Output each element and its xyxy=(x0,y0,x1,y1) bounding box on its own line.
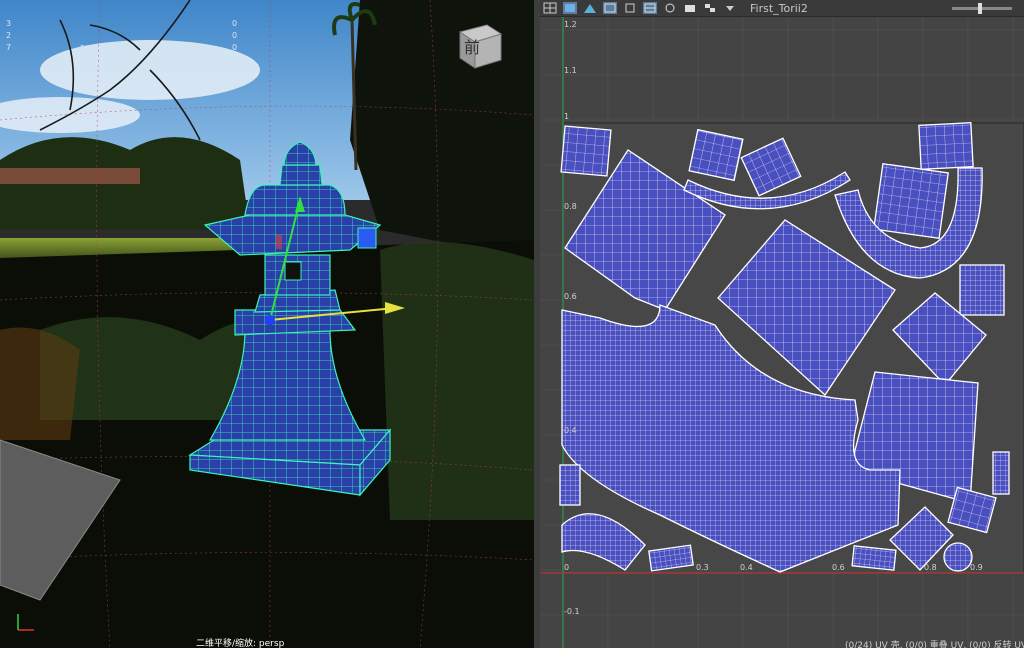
hud-count: 5 xyxy=(80,44,86,53)
wire-icon[interactable] xyxy=(643,2,657,14)
v-axis-label: 0.6 xyxy=(564,292,577,301)
shaded-icon[interactable] xyxy=(663,2,677,14)
v-axis-label: -0.1 xyxy=(564,607,580,616)
building-roof xyxy=(0,168,140,184)
v-axis-label: 0.8 xyxy=(564,202,577,211)
uv-shell[interactable] xyxy=(992,451,1010,495)
uv-editor-panel[interactable]: First_Torii2 1.2 1.1 1 0.8 0.6 0.4 0 -0.… xyxy=(540,0,1024,648)
autumn-bush xyxy=(0,327,80,440)
u-axis-label: 0.4 xyxy=(740,563,753,572)
grid-icon[interactable] xyxy=(543,2,557,14)
v-axis-label: 0 xyxy=(564,563,570,572)
v-axis-label: 1.1 xyxy=(564,66,577,75)
perspective-viewport[interactable]: 前 3 2 7 0 0 0 5 二维平移/缩放: persp xyxy=(0,0,534,648)
v-axis-label: 0.4 xyxy=(564,426,577,435)
hud-stat: 0 xyxy=(232,31,238,40)
uv-shell[interactable] xyxy=(872,162,950,240)
v-axis-label: 1.2 xyxy=(564,20,577,29)
uv-shell-icon[interactable] xyxy=(563,2,577,14)
hud-stat: 7 xyxy=(6,43,12,52)
v-axis-label: 1 xyxy=(564,112,570,121)
slider-handle[interactable] xyxy=(978,2,982,14)
hud-stat: 2 xyxy=(6,31,12,40)
viewport-scene xyxy=(0,0,534,648)
hud-stat: 0 xyxy=(232,19,238,28)
u-axis-label: 0.9 xyxy=(970,563,983,572)
view-cube-face-label: 前 xyxy=(464,38,481,57)
uv-status-readout: (0/24) UV 壳, (0/0) 重叠 UV, (0/0) 反转 UV xyxy=(845,641,1024,648)
checker-icon[interactable] xyxy=(603,2,617,14)
uv-shell[interactable] xyxy=(560,125,612,177)
uv-set-name[interactable]: First_Torii2 xyxy=(750,2,808,15)
hud-stat: 0 xyxy=(232,43,238,52)
hud-stats-right: 0 0 0 xyxy=(232,18,237,54)
uv-shell[interactable] xyxy=(851,545,897,571)
uv-shell[interactable] xyxy=(943,542,973,572)
camera-icon[interactable] xyxy=(683,2,697,14)
uv-shell[interactable] xyxy=(559,464,581,506)
uv-canvas[interactable] xyxy=(540,0,1024,648)
slider-track[interactable] xyxy=(952,2,1012,14)
checkerboard-icon[interactable] xyxy=(703,2,717,14)
hud-stat: 3 xyxy=(6,19,12,28)
u-axis-label: 0.3 xyxy=(696,563,709,572)
uv-shell[interactable] xyxy=(688,128,744,182)
hud-stats: 3 2 7 xyxy=(6,18,11,54)
camera-label: 二维平移/缩放: persp xyxy=(196,639,285,648)
texture-icon[interactable] xyxy=(583,2,597,14)
u-axis-label: 0.6 xyxy=(832,563,845,572)
uv-shell[interactable] xyxy=(959,264,1005,316)
uv-shell[interactable] xyxy=(918,121,974,171)
tree-silhouette xyxy=(350,0,534,260)
u-axis-label: 0.8 xyxy=(924,563,937,572)
dropdown-icon[interactable] xyxy=(723,2,737,14)
isolate-icon[interactable] xyxy=(623,2,637,14)
uv-toolbar: First_Torii2 xyxy=(540,0,1024,17)
bushes xyxy=(380,242,534,520)
